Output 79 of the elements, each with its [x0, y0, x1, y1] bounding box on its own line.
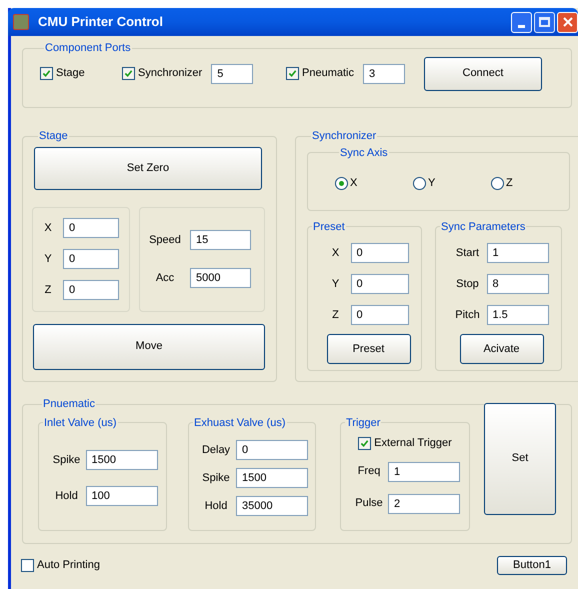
field-label: Pitch — [454, 308, 481, 323]
group-title: Exhuast Valve (us) — [193, 416, 287, 430]
group-title: Stage — [38, 129, 69, 144]
checkbox-label[interactable]: Auto Printing — [37, 557, 100, 574]
group-title: Component Ports — [44, 41, 132, 56]
button[interactable]: Move — [33, 324, 265, 370]
field-label: X — [43, 220, 53, 236]
group-title: Synchronizer — [311, 129, 378, 144]
group-title: Inlet Valve (us) — [43, 416, 118, 430]
group-title: Sync Parameters — [440, 220, 526, 234]
text-field[interactable]: 3 — [362, 64, 405, 84]
group-title: Pnuematic — [42, 397, 96, 412]
radio-button[interactable] — [491, 176, 504, 190]
checkbox[interactable] — [286, 67, 299, 80]
field-label: Pulse — [354, 496, 384, 512]
field-label: Z — [331, 308, 340, 323]
field-label: Hold — [54, 489, 79, 504]
maximize-icon — [539, 17, 550, 27]
checkbox[interactable] — [40, 67, 53, 80]
text-field[interactable]: 0 — [63, 249, 119, 269]
field-label: Spike — [201, 471, 231, 486]
minimize-button[interactable] — [511, 12, 532, 32]
checkbox-label[interactable]: Synchronizer — [138, 65, 202, 82]
checkbox[interactable] — [21, 559, 34, 572]
field-label: Y — [330, 276, 340, 292]
button[interactable]: Acivate — [460, 334, 544, 364]
field-label: Spike — [52, 453, 82, 468]
field-label: Stop — [455, 276, 480, 292]
checkbox[interactable] — [122, 67, 135, 80]
app-icon — [13, 14, 29, 30]
checkbox[interactable] — [358, 436, 372, 450]
text-field[interactable]: 2 — [388, 494, 460, 514]
radio-button[interactable] — [413, 176, 426, 190]
field-label: Speed — [148, 232, 182, 248]
radio-button[interactable] — [335, 176, 348, 190]
radio-label[interactable]: X — [350, 175, 358, 192]
minimize-icon — [518, 24, 525, 28]
text-field[interactable]: 15 — [190, 230, 251, 250]
field-label: Z — [44, 282, 52, 298]
text-field[interactable]: 100 — [86, 486, 158, 506]
close-icon — [562, 17, 572, 27]
field-label: Start — [454, 246, 480, 261]
text-field[interactable]: 35000 — [236, 496, 308, 516]
text-field[interactable]: 1 — [486, 243, 548, 263]
radio-label[interactable]: Z — [506, 175, 513, 192]
button[interactable]: Button1 — [497, 556, 567, 575]
text-field[interactable]: 0 — [350, 243, 408, 263]
text-field[interactable]: 5 — [211, 64, 254, 84]
button[interactable]: Connect — [424, 56, 542, 90]
checkbox-label[interactable]: External Trigger — [374, 435, 452, 452]
text-field[interactable]: 5000 — [190, 268, 251, 288]
field-label: Delay — [200, 443, 232, 458]
maximize-button[interactable] — [534, 12, 555, 32]
checkbox-label[interactable]: Pneumatic — [302, 65, 354, 82]
text-field[interactable]: 1 — [388, 462, 460, 482]
field-label: X — [330, 246, 340, 261]
text-field[interactable]: 8 — [486, 274, 548, 294]
field-label: Acc — [154, 270, 176, 286]
window-title: CMU Printer Control — [38, 13, 163, 32]
group-title: Preset — [312, 220, 346, 234]
text-field[interactable]: 0 — [63, 280, 119, 300]
text-field[interactable]: 1.5 — [486, 305, 548, 325]
button[interactable]: Preset — [326, 334, 410, 364]
text-field[interactable]: 0 — [63, 218, 119, 238]
checkbox-label[interactable]: Stage — [56, 65, 85, 82]
button[interactable]: Set — [484, 402, 556, 514]
radio-label[interactable]: Y — [428, 175, 436, 192]
text-field[interactable]: 0 — [236, 440, 308, 460]
text-field[interactable]: 0 — [350, 274, 408, 294]
text-field[interactable]: 1500 — [86, 450, 158, 470]
button[interactable]: Set Zero — [34, 146, 262, 190]
text-field[interactable]: 1500 — [236, 468, 308, 488]
group-title: Trigger — [345, 416, 382, 430]
field-label: Hold — [204, 499, 228, 514]
field-label: Y — [43, 252, 53, 267]
field-label: Freq — [356, 464, 382, 480]
close-button[interactable] — [557, 12, 578, 32]
group-title: Sync Axis — [339, 146, 389, 160]
text-field[interactable]: 0 — [350, 305, 408, 325]
